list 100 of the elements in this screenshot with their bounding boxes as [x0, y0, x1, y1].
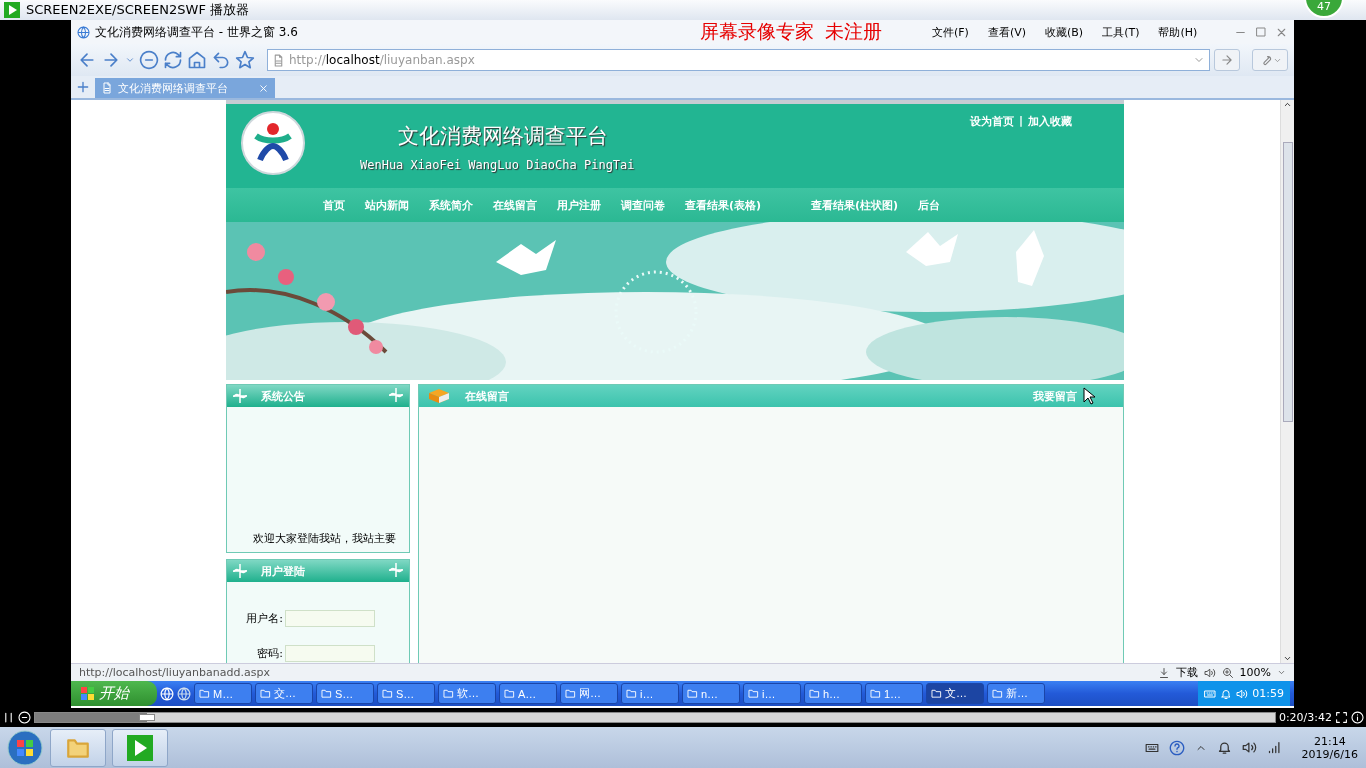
- play-icon: [127, 734, 153, 761]
- new-tab-icon[interactable]: [75, 79, 91, 95]
- flourish-icon: [387, 561, 405, 578]
- start-orb[interactable]: [6, 728, 44, 767]
- caret-icon[interactable]: [125, 55, 135, 65]
- taskbar-item[interactable]: 软…: [438, 683, 496, 704]
- browser-title: 文化消费网络调查平台 - 世界之窗 3.6: [95, 23, 299, 41]
- close-icon[interactable]: [258, 82, 269, 94]
- panel-title: 系统公告: [261, 388, 305, 404]
- taskbar-item[interactable]: 1…: [865, 683, 923, 704]
- bell-icon[interactable]: [1216, 740, 1232, 755]
- page-icon: [101, 82, 113, 94]
- menu-item[interactable]: 查看(V): [987, 24, 1027, 40]
- status-label: 下载: [1175, 665, 1198, 680]
- start-button[interactable]: 开始: [71, 681, 157, 706]
- zoom-level: 100%: [1239, 666, 1271, 679]
- flourish-icon: [231, 563, 249, 579]
- taskbar-item[interactable]: 文…: [926, 683, 984, 704]
- panel-title: 在线留言: [465, 388, 509, 404]
- folder-icon: [504, 688, 515, 699]
- book-icon: [427, 387, 451, 405]
- nav-link[interactable]: 站内新闻: [365, 197, 409, 213]
- seek-thumb[interactable]: [138, 714, 155, 721]
- download-icon: [1157, 666, 1170, 679]
- zoom-icon: [1221, 666, 1234, 679]
- taskbar-item[interactable]: S…: [377, 683, 435, 704]
- status-url: http://localhost/liuyanbanadd.aspx: [79, 666, 270, 679]
- folder-icon: [260, 688, 271, 699]
- field-label: 密码:: [257, 646, 283, 661]
- tray-clock: 01:59: [1252, 687, 1284, 700]
- flourish-icon: [387, 386, 405, 403]
- folder-icon: [870, 688, 881, 699]
- home-icon[interactable]: [187, 50, 207, 70]
- player-button[interactable]: [112, 728, 168, 767]
- taskbar-item[interactable]: h…: [804, 683, 862, 704]
- watermark-text: 未注册: [825, 19, 882, 44]
- pause-icon[interactable]: [2, 711, 15, 724]
- fullscreen-icon[interactable]: [1335, 711, 1348, 724]
- folder-icon: [931, 688, 942, 699]
- menu-item[interactable]: 帮助(H): [1158, 24, 1198, 40]
- signal-icon[interactable]: [1266, 740, 1282, 755]
- scroll-down-icon[interactable]: [1283, 654, 1292, 663]
- browser-tab[interactable]: 文化消费网络调查平台: [95, 78, 275, 98]
- star-icon[interactable]: [235, 50, 255, 70]
- scroll-up-icon[interactable]: [1283, 100, 1292, 109]
- folder-icon: [809, 688, 820, 699]
- taskbar-item[interactable]: 新…: [987, 683, 1045, 704]
- nav-link[interactable]: 查看结果(柱状图): [811, 197, 899, 213]
- caret-icon[interactable]: [1277, 668, 1286, 677]
- scroll-thumb[interactable]: [1282, 141, 1293, 422]
- site-title: 文化消费网络调查平台: [398, 123, 609, 150]
- nav-link[interactable]: 系统简介: [429, 197, 473, 213]
- volume-icon[interactable]: [1241, 740, 1257, 755]
- maximize-icon[interactable]: [1255, 25, 1267, 38]
- globe-icon[interactable]: [177, 686, 191, 701]
- nav-link[interactable]: 首页: [323, 197, 345, 213]
- separator: |: [1018, 114, 1023, 129]
- watermark-text: 屏幕录像专家: [700, 19, 814, 44]
- address-field[interactable]: http://localhost/liuyanban.aspx: [267, 49, 1210, 71]
- nav-link[interactable]: 在线留言: [493, 197, 537, 213]
- explorer-button[interactable]: [50, 728, 106, 767]
- volume-icon: [1203, 666, 1216, 679]
- top-link[interactable]: 设为首页: [969, 114, 1014, 129]
- taskbar-item[interactable]: 网…: [560, 683, 618, 704]
- menu-item[interactable]: 工具(T): [1102, 24, 1140, 40]
- clock[interactable]: 21:14 2019/6/16: [1301, 734, 1358, 761]
- site-subtitle: WenHua XiaoFei WangLuo DiaoCha PingTai: [360, 158, 635, 172]
- info-icon[interactable]: [1351, 711, 1364, 724]
- top-link[interactable]: 加入收藏: [1028, 114, 1072, 129]
- cursor-icon: [1083, 387, 1095, 405]
- taskbar-item[interactable]: M…: [194, 683, 252, 704]
- logo-icon: [240, 110, 306, 176]
- nav-link[interactable]: 用户注册: [557, 197, 601, 213]
- arrow-icon: [1220, 53, 1234, 67]
- taskbar-item[interactable]: A…: [499, 683, 557, 704]
- globe-icon: [77, 25, 90, 39]
- panel-title: 用户登陆: [261, 563, 305, 579]
- folder-icon: [199, 688, 210, 699]
- input-field[interactable]: [285, 645, 375, 662]
- nav-link[interactable]: 调查问卷: [621, 197, 665, 213]
- window-title: SCREEN2EXE/SCREEN2SWF 播放器: [26, 1, 249, 19]
- taskbar-item[interactable]: i…: [743, 683, 801, 704]
- taskbar-item[interactable]: n…: [682, 683, 740, 704]
- taskbar-item[interactable]: S…: [316, 683, 374, 704]
- app-icon: [4, 2, 20, 18]
- undo-icon[interactable]: [211, 50, 231, 70]
- taskbar-item[interactable]: i…: [621, 683, 679, 704]
- refresh-icon[interactable]: [163, 50, 183, 70]
- help-icon[interactable]: [1168, 739, 1185, 756]
- menu-item[interactable]: 收藏(B): [1045, 24, 1084, 40]
- nav-link[interactable]: 查看结果(表格): [685, 197, 762, 213]
- taskbar-item[interactable]: 交…: [255, 683, 313, 704]
- folder-icon: [687, 688, 698, 699]
- folder-icon: [443, 688, 454, 699]
- folder-icon: [626, 688, 637, 699]
- leave-message-link[interactable]: 我要留言: [1033, 388, 1077, 404]
- nav-link[interactable]: 后台: [918, 197, 941, 213]
- menu-item[interactable]: 文件(F): [932, 24, 969, 40]
- input-field[interactable]: [285, 610, 375, 627]
- tools-button[interactable]: [1252, 49, 1288, 71]
